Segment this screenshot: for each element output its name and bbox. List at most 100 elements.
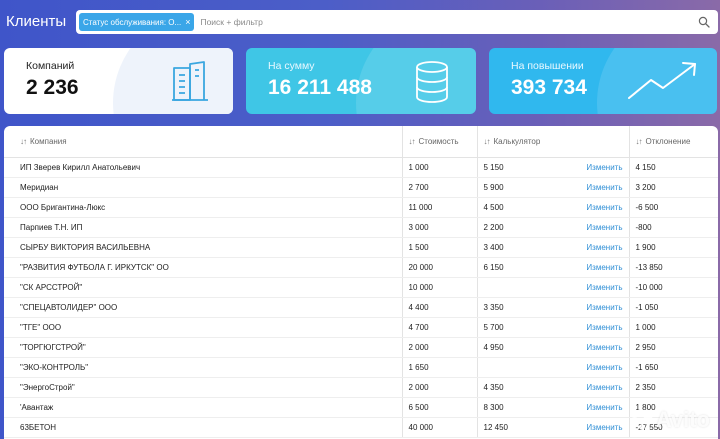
calculator-value: 3 400 — [483, 242, 504, 252]
filter-chip-status[interactable]: Статус обслуживания: О... × — [79, 13, 195, 31]
card-label: На повышении — [511, 60, 584, 72]
watermark-text: Avito — [655, 407, 710, 432]
edit-link[interactable]: Изменить — [586, 323, 622, 332]
cell-company: "ТГЕ" ООО — [4, 317, 402, 338]
edit-link[interactable]: Изменить — [586, 203, 622, 212]
cell-company: "ЭнергоСтрой" — [4, 377, 402, 398]
stat-card-increase: На повышении 393 734 — [489, 48, 717, 114]
cell-deviation: 1 000 — [628, 317, 718, 338]
table-row[interactable]: "ЭКО-КОНТРОЛЬ" 1 650 Изменить -1 650 — [4, 357, 718, 378]
cell-cost: 2 000 — [401, 377, 477, 398]
table-row[interactable]: "СПЕЦАВТОЛИДЕР" ООО 4 400 3 350 Изменить -1 … — [4, 297, 718, 318]
cell-company: "СК АРССТРОЙ" — [4, 277, 402, 298]
column-header-deviation[interactable]: ↓↑ Отклонение — [628, 126, 718, 158]
edit-link[interactable]: Изменить — [586, 263, 622, 272]
cell-calculator: 3 350 Изменить — [476, 297, 629, 318]
stat-card-companies: Компаний 2 236 — [4, 48, 233, 114]
cell-deviation: -800 — [628, 217, 718, 238]
table-row[interactable]: 'Авантаж 6 500 8 300 Изменить 1 800 — [4, 397, 718, 418]
filter-chip-label: Статус обслуживания: О... — [83, 17, 182, 27]
column-header-calculator[interactable]: ↓↑ Калькулятор — [476, 126, 629, 158]
cell-calculator: 4 500 Изменить — [476, 197, 629, 218]
cell-cost: 3 000 — [401, 217, 477, 238]
table-row[interactable]: СЫРБУ ВИКТОРИЯ ВАСИЛЬЕВНА 1 500 3 400 Измен… — [4, 237, 718, 258]
table-row[interactable]: Парпиев Т.Н. ИП 3 000 2 200 Изменить -800 — [4, 217, 718, 238]
cell-company: Меридиан — [4, 177, 402, 198]
table-header-row: ↓↑ Компания ↓↑ Стоимость ↓↑ Калькулятор ↓↑ О… — [4, 126, 718, 158]
edit-link[interactable]: Изменить — [586, 363, 622, 372]
search-icon[interactable] — [698, 16, 710, 28]
cell-calculator: 5 150 Изменить — [476, 157, 629, 178]
cell-calculator: 8 300 Изменить — [476, 397, 629, 418]
cell-deviation: 1 900 — [628, 237, 718, 258]
table-row[interactable]: Меридиан 2 700 5 900 Изменить 3 200 — [4, 177, 718, 198]
cell-cost: 1 650 — [401, 357, 477, 378]
cell-calculator: 3 400 Изменить — [476, 237, 629, 258]
search-bar[interactable]: Статус обслуживания: О... × — [76, 10, 718, 34]
column-header-cost[interactable]: ↓↑ Стоимость — [401, 126, 477, 158]
cell-calculator: 6 150 Изменить — [476, 257, 629, 278]
sort-icon[interactable]: ↓↑ — [484, 137, 491, 146]
cell-deviation: 4 150 — [628, 157, 718, 178]
cell-deviation: -6 500 — [628, 197, 718, 218]
table-row[interactable]: 63БЕТОН 40 000 12 450 Изменить -27 550 — [4, 417, 718, 438]
cell-calculator: 12 450 Изменить — [476, 417, 629, 438]
sort-icon[interactable]: ↓↑ — [20, 137, 27, 146]
cell-calculator: 4 350 Изменить — [476, 377, 629, 398]
card-label: Компаний — [26, 60, 75, 72]
cell-cost: 2 700 — [401, 177, 477, 198]
column-header-company[interactable]: ↓↑ Компания — [4, 126, 402, 158]
cell-cost: 4 700 — [401, 317, 477, 338]
cell-cost: 11 000 — [401, 197, 477, 218]
table-row[interactable]: "ЭнергоСтрой" 2 000 4 350 Изменить 2 350 — [4, 377, 718, 398]
cell-cost: 2 000 — [401, 337, 477, 358]
sort-icon[interactable]: ↓↑ — [409, 137, 416, 146]
table-row[interactable]: ООО Бригантина-Люкс 11 000 4 500 Изменить -6… — [4, 197, 718, 218]
card-value: 16 211 488 — [268, 76, 372, 99]
cell-company: "РАЗВИТИЯ ФУТБОЛА Г. ИРКУТСК" ОО — [4, 257, 402, 278]
edit-link[interactable]: Изменить — [586, 223, 622, 232]
cell-calculator: Изменить — [476, 277, 629, 298]
table-row[interactable]: "ТОРГЮГСТРОЙ" 2 000 4 950 Изменить 2 950 — [4, 337, 718, 358]
cell-calculator: 4 950 Изменить — [476, 337, 629, 358]
edit-link[interactable]: Изменить — [586, 403, 622, 412]
cell-company: СЫРБУ ВИКТОРИЯ ВАСИЛЬЕВНА — [4, 237, 402, 258]
cell-deviation: 2 350 — [628, 377, 718, 398]
edit-link[interactable]: Изменить — [586, 423, 622, 432]
edit-link[interactable]: Изменить — [586, 343, 622, 352]
cell-calculator: 5 700 Изменить — [476, 317, 629, 338]
cell-cost: 1 500 — [401, 237, 477, 258]
avito-logo-icon — [629, 409, 653, 431]
search-input[interactable] — [200, 13, 698, 31]
edit-link[interactable]: Изменить — [586, 163, 622, 172]
calculator-value: 4 950 — [483, 342, 504, 352]
edit-link[interactable]: Изменить — [586, 243, 622, 252]
cell-company: 'Авантаж — [4, 397, 402, 418]
calculator-value: 4 350 — [483, 382, 504, 392]
cell-company: "ТОРГЮГСТРОЙ" — [4, 337, 402, 358]
cell-cost: 10 000 — [401, 277, 477, 298]
buildings-icon — [172, 61, 208, 101]
cell-company: ООО Бригантина-Люкс — [4, 197, 402, 218]
table-row[interactable]: "РАЗВИТИЯ ФУТБОЛА Г. ИРКУТСК" ОО 20 000 6 … — [4, 257, 718, 278]
edit-link[interactable]: Изменить — [586, 383, 622, 392]
table-row[interactable]: "ТГЕ" ООО 4 700 5 700 Изменить 1 000 — [4, 317, 718, 338]
edit-link[interactable]: Изменить — [586, 303, 622, 312]
table-row[interactable]: ИП Зверев Кирилл Анатольевич 1 000 5 150 Из… — [4, 157, 718, 178]
calculator-value: 12 450 — [483, 422, 508, 432]
sort-icon[interactable]: ↓↑ — [636, 137, 643, 146]
page-title: Клиенты — [6, 13, 67, 30]
cell-cost: 20 000 — [401, 257, 477, 278]
cell-company: 63БЕТОН — [4, 417, 402, 438]
cell-company: Парпиев Т.Н. ИП — [4, 217, 402, 238]
close-icon[interactable]: × — [185, 17, 190, 27]
database-icon — [416, 61, 448, 103]
table-row[interactable]: "СК АРССТРОЙ" 10 000 Изменить -10 000 — [4, 277, 718, 298]
cell-deviation: 3 200 — [628, 177, 718, 198]
edit-link[interactable]: Изменить — [586, 283, 622, 292]
cell-company: ИП Зверев Кирилл Анатольевич — [4, 157, 402, 178]
calculator-value: 2 200 — [483, 222, 504, 232]
edit-link[interactable]: Изменить — [586, 183, 622, 192]
stat-card-sum: На сумму 16 211 488 — [246, 48, 476, 114]
cell-cost: 4 400 — [401, 297, 477, 318]
